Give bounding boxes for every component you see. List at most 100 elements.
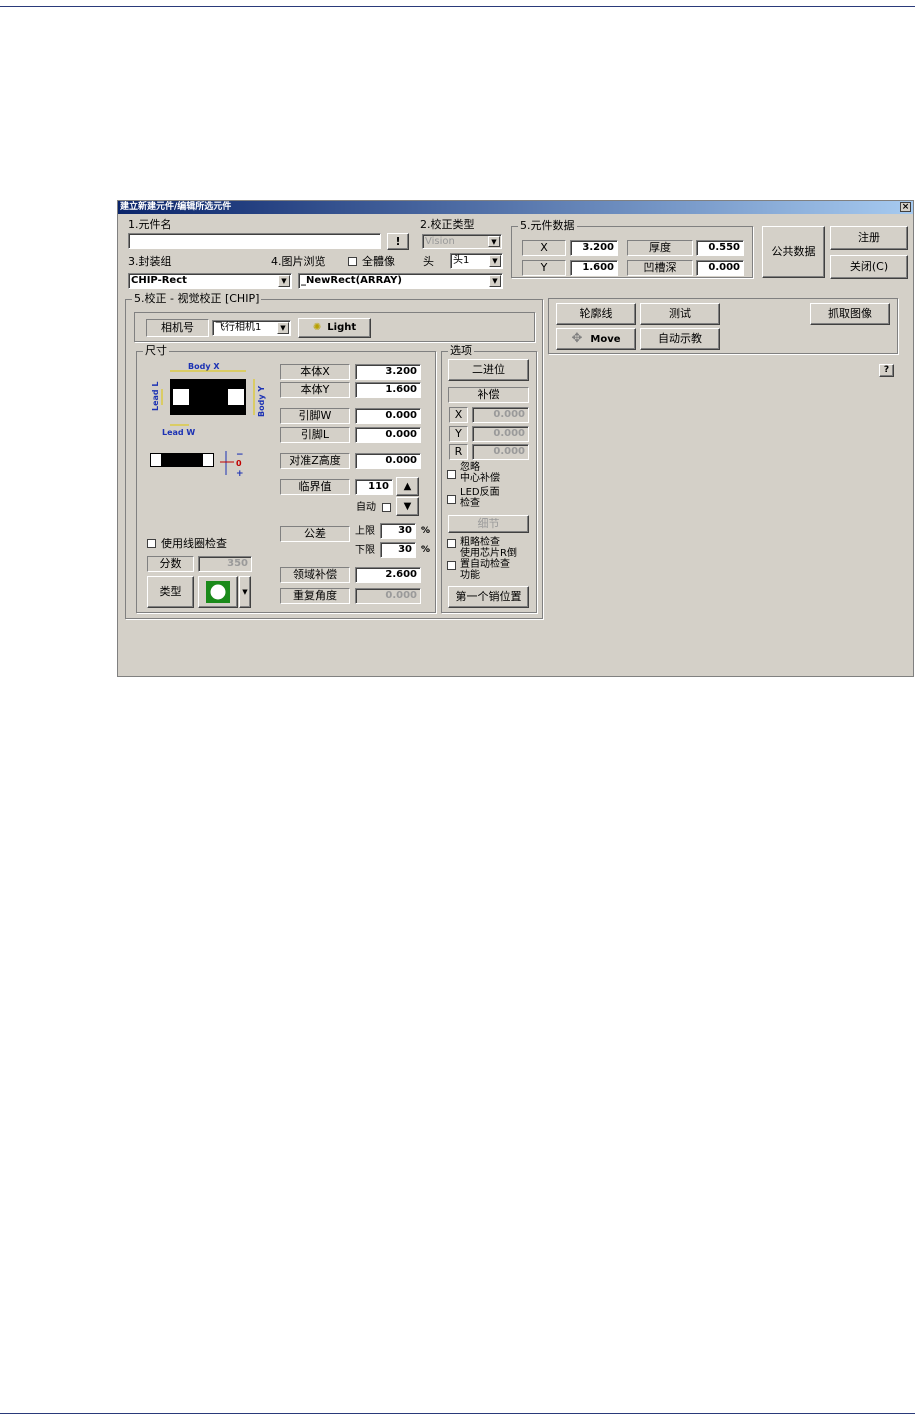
led-check-label: LED反面 检查: [460, 487, 500, 509]
lower-input[interactable]: 30: [380, 542, 416, 558]
comp-y-input[interactable]: 0.000: [472, 426, 529, 442]
domain-comp-input[interactable]: 2.600: [355, 567, 421, 583]
upper-percent: %: [421, 526, 431, 536]
contour-button[interactable]: 轮廓线: [556, 303, 636, 325]
diagram-body-x: Body X: [188, 362, 220, 371]
repeat-angle-label: 重复角度: [280, 588, 350, 604]
part-x-input[interactable]: 3.200: [570, 240, 618, 256]
part-data-title: 5.元件数据: [518, 219, 577, 232]
lead-w-input[interactable]: 0.000: [355, 408, 421, 424]
chevron-down-icon: ▼: [277, 322, 289, 334]
groove-input[interactable]: 0.000: [696, 260, 744, 276]
image-browse-label: 4.图片浏览: [271, 255, 326, 268]
move-arrows-icon: ✥: [571, 331, 583, 346]
thickness-input[interactable]: 0.550: [696, 240, 744, 256]
close-button[interactable]: 关闭(C): [830, 255, 908, 279]
z-height-input[interactable]: 0.000: [355, 453, 421, 469]
close-icon[interactable]: ×: [900, 202, 911, 212]
chip-dimension-diagram: Body X Lead L Body Y Lead W: [151, 362, 266, 437]
comp-r-input[interactable]: 0.000: [472, 444, 529, 460]
package-group-select[interactable]: CHIP-Rect ▼: [128, 273, 292, 289]
type-dropdown-button[interactable]: ▼: [239, 576, 251, 608]
camera-label: 相机号: [146, 319, 209, 337]
side-lead-left: [151, 454, 161, 466]
auto-teach-button[interactable]: 自动示教: [640, 328, 720, 350]
threshold-label: 临界值: [280, 479, 350, 495]
window-title: 建立新建元件/编辑所选元件: [120, 202, 232, 212]
top-rule: [0, 6, 915, 7]
auto-label: 自动: [356, 502, 376, 513]
lead-l-label: 引脚L: [280, 427, 350, 443]
chip-lead-left: [173, 389, 189, 405]
led-check-checkbox[interactable]: [447, 495, 456, 504]
groove-label: 凹槽深: [627, 260, 693, 276]
part-name-input[interactable]: [128, 233, 381, 249]
body-x-input[interactable]: 3.200: [355, 364, 421, 380]
first-pin-button[interactable]: 第一个销位置: [448, 586, 529, 608]
chevron-down-icon: ▼: [242, 588, 248, 596]
part-name-label: 1.元件名: [128, 218, 172, 231]
calibration-title: 5.校正 - 视觉校正 [CHIP]: [132, 292, 262, 305]
part-x-label: X: [522, 240, 566, 256]
register-button[interactable]: 注册: [830, 226, 908, 250]
common-data-button[interactable]: 公共数据: [762, 226, 825, 278]
upper-input[interactable]: 30: [380, 523, 416, 539]
threshold-down-button[interactable]: ▼: [396, 497, 419, 516]
side-zero-label: 0: [236, 459, 242, 468]
coil-check-checkbox[interactable]: [147, 539, 156, 548]
body-y-label: 本体Y: [280, 382, 350, 398]
compensation-label: 补偿: [448, 387, 529, 403]
part-y-input[interactable]: 1.600: [570, 260, 618, 276]
comp-y-label: Y: [449, 426, 468, 442]
bottom-rule: [0, 1413, 915, 1414]
calib-type-value: Vision: [425, 236, 455, 247]
window-titlebar: 建立新建元件/编辑所选元件 ×: [118, 201, 913, 214]
detail-button[interactable]: 细节: [448, 515, 529, 533]
whole-body-label: 全體像: [362, 255, 395, 268]
coil-check-label: 使用线圈检查: [161, 537, 227, 550]
chevron-down-icon: ▼: [489, 275, 501, 287]
type-shape-button[interactable]: [198, 576, 238, 608]
chevron-down-icon: ▼: [489, 255, 501, 267]
ignore-center-checkbox[interactable]: [447, 470, 456, 479]
body-y-input[interactable]: 1.600: [355, 382, 421, 398]
light-bulb-icon: ✺: [312, 322, 322, 333]
score-input[interactable]: 350: [198, 556, 252, 572]
type-button[interactable]: 类型: [147, 576, 194, 608]
part-name-button[interactable]: !: [387, 233, 409, 250]
threshold-up-button[interactable]: ▲: [396, 477, 419, 496]
shape-circle-icon: [206, 581, 230, 603]
upper-label: 上限: [355, 526, 375, 537]
capture-image-button[interactable]: 抓取图像: [810, 303, 890, 325]
chevron-down-icon: ▼: [488, 236, 500, 247]
calib-type-select[interactable]: Vision ▼: [422, 234, 502, 249]
chip-lead-right: [228, 389, 244, 405]
image-select[interactable]: _NewRect(ARRAY) ▼: [298, 273, 503, 289]
tolerance-label: 公差: [280, 526, 350, 542]
auto-checkbox[interactable]: [382, 503, 391, 512]
chip-r-label: 使用芯片R倒 置自动检查 功能: [460, 548, 517, 581]
chip-r-checkbox[interactable]: [447, 561, 456, 570]
head-select[interactable]: 头1 ▼: [450, 253, 503, 269]
lower-label: 下限: [355, 545, 375, 556]
camera-select[interactable]: 飞行相机1 ▼: [212, 320, 291, 336]
light-button[interactable]: ✺ Light: [298, 318, 371, 338]
comp-x-input[interactable]: 0.000: [472, 407, 529, 423]
lead-l-input[interactable]: 0.000: [355, 427, 421, 443]
z-height-label: 对准Z高度: [280, 453, 350, 469]
rough-check-label: 粗略检查: [460, 537, 500, 548]
repeat-angle-input[interactable]: 0.000: [355, 588, 421, 604]
test-button[interactable]: 测试: [640, 303, 720, 325]
diagram-lead-l: Lead L: [151, 381, 160, 411]
arrow-down-icon: ▼: [403, 501, 412, 512]
ignore-center-label: 忽略 中心补偿: [460, 462, 500, 484]
help-button[interactable]: ?: [879, 364, 894, 377]
move-button[interactable]: ✥ Move: [556, 328, 636, 350]
side-lead-right: [203, 454, 213, 466]
binary-button[interactable]: 二进位: [448, 359, 529, 381]
whole-body-checkbox[interactable]: [348, 257, 357, 266]
rough-check-checkbox[interactable]: [447, 539, 456, 548]
threshold-input[interactable]: 110: [355, 479, 393, 495]
score-label: 分数: [147, 556, 194, 572]
arrow-up-icon: ▲: [403, 481, 412, 492]
